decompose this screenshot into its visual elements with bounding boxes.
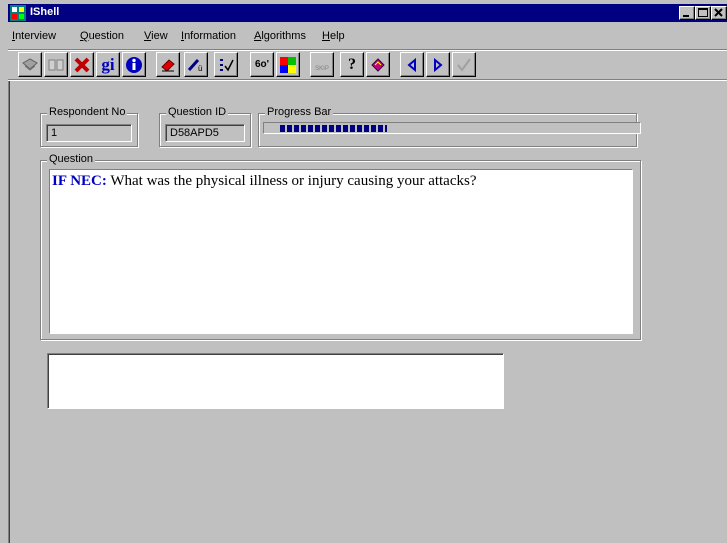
help-icon: ? <box>348 55 356 73</box>
menu-information[interactable]: Information <box>181 30 236 42</box>
checklist-icon <box>220 58 234 71</box>
eraser-icon <box>161 58 175 72</box>
progress-label: Progress Bar <box>265 106 334 118</box>
maximize-icon <box>698 8 708 17</box>
question-id-field: D58APD5 <box>165 124 245 142</box>
toolbar-glasses-button[interactable]: 6o' <box>250 52 274 77</box>
respondent-label: Respondent No <box>47 106 128 118</box>
toolbar-checklist-button[interactable] <box>214 52 238 77</box>
toolbar-open-book-button[interactable] <box>44 52 68 77</box>
toolbar-help-button[interactable]: ? <box>340 52 364 77</box>
open-book-icon <box>48 59 64 70</box>
right-arrow-icon <box>434 57 443 72</box>
toolbar-book-button[interactable] <box>18 52 42 77</box>
book-icon <box>22 57 38 71</box>
svg-text:ü: ü <box>198 64 202 73</box>
question-group-label: Question <box>47 153 96 165</box>
toolbar-color-button[interactable] <box>276 52 300 77</box>
toolbar-gi-button[interactable]: gi <box>96 52 120 77</box>
respondent-number-field: 1 <box>46 124 132 142</box>
window-title: IShell <box>30 6 60 18</box>
toolbar-bottom-divider <box>8 79 727 81</box>
toolbar-notebook-button[interactable] <box>366 52 390 77</box>
toolbar-info-button[interactable] <box>122 52 146 77</box>
question-id-label: Question ID <box>166 106 229 118</box>
client-edge <box>8 81 10 543</box>
menu-help[interactable]: Help <box>322 30 345 42</box>
notebook-icon <box>371 57 385 72</box>
menu-bar: Interview Question View Information Algo… <box>8 28 727 46</box>
glasses-icon: 6o' <box>254 59 270 70</box>
toolbar-eraser-button[interactable] <box>156 52 180 77</box>
question-prefix: IF NEC: <box>52 173 107 189</box>
minimize-icon <box>683 15 689 17</box>
checkmark-icon <box>457 57 471 72</box>
toolbar-top-divider <box>8 49 727 51</box>
close-icon <box>714 8 723 17</box>
menu-interview[interactable]: Interview <box>12 30 56 42</box>
title-bar: IShell <box>8 4 727 22</box>
color-palette-icon <box>280 56 296 73</box>
answer-input[interactable] <box>47 353 504 409</box>
toolbar-skip-button[interactable]: SKIP <box>310 52 334 77</box>
maximize-button[interactable] <box>695 6 711 20</box>
close-button[interactable] <box>711 6 727 20</box>
question-text: What was the physical illness or injury … <box>106 173 477 189</box>
toolbar-next-button[interactable] <box>426 52 450 77</box>
edit-pencil-icon: ü <box>187 58 202 73</box>
toolbar-delete-button[interactable] <box>70 52 94 77</box>
menu-algorithms[interactable]: Algorithms <box>254 30 306 42</box>
left-arrow-icon <box>407 57 416 72</box>
toolbar-edit-button[interactable]: ü <box>184 52 208 77</box>
toolbar-previous-button[interactable] <box>400 52 424 77</box>
toolbar-accept-button[interactable] <box>452 52 476 77</box>
minimize-button[interactable] <box>679 6 695 20</box>
gi-icon: gi <box>101 55 115 74</box>
skip-icon: SKIP <box>315 65 329 72</box>
menu-view[interactable]: View <box>144 30 168 42</box>
menu-question[interactable]: Question <box>80 30 124 42</box>
info-icon <box>126 56 142 73</box>
progress-bar-fill <box>280 125 387 132</box>
delete-x-icon <box>74 57 90 72</box>
app-icon <box>10 5 26 21</box>
question-text-area: IF NEC: What was the physical illness or… <box>49 169 633 334</box>
